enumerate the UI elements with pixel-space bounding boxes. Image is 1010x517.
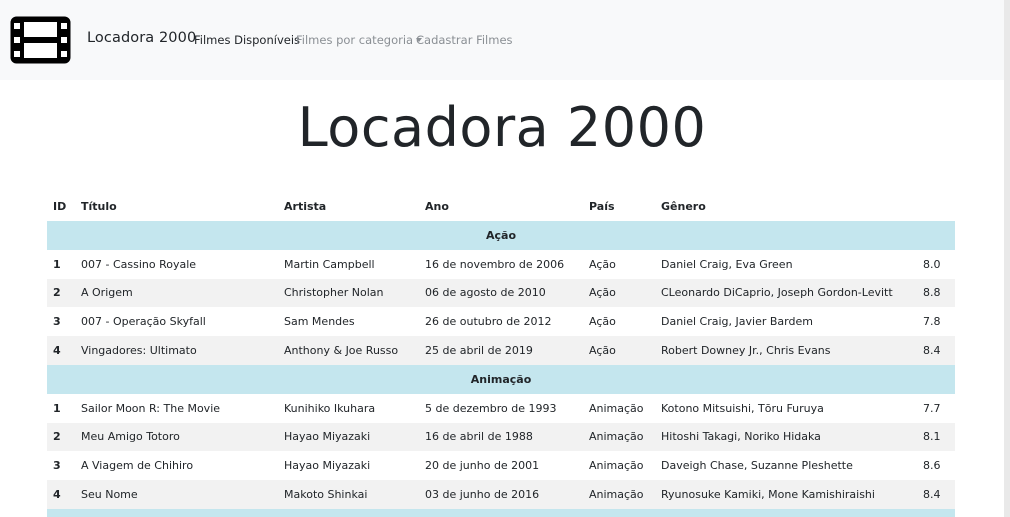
header-nota [917,192,955,221]
cell-artista: Anthony & Joe Russo [278,336,419,365]
cell-genero: Ryunosuke Kamiki, Mone Kamishiraishi [655,480,917,509]
table-header-row: ID Título Artista Ano País Gênero [47,192,955,221]
cell-genero: CLeonardo DiCaprio, Joseph Gordon-Levitt [655,278,917,308]
cell-nota: 8.0 [923,257,941,271]
cell-genero: Robert Downey Jr., Chris Evans [655,336,917,365]
table-row: 1 Sailor Moon R: The Movie Kunihiko Ikuh… [47,394,955,423]
cell-id: 3 [53,459,61,473]
cell-pais: Ação [589,257,616,271]
cell-pais: Ação [583,336,655,365]
cell-ano: 03 de junho de 2016 [419,480,583,509]
cell-artista: Hayao Miyazaki [278,422,419,452]
cell-ano: 5 de dezembro de 1993 [425,401,557,415]
cell-ano: 06 de agosto de 2010 [419,278,583,308]
header-genero: Gênero [661,200,706,213]
cell-pais: Animação [589,459,644,473]
category-row-partial [47,508,955,517]
cell-pais: Ação [583,278,655,308]
cell-artista: Hayao Miyazaki [284,459,371,473]
cell-ano: 26 de outubro de 2012 [425,315,552,329]
cell-titulo: A Origem [75,278,278,308]
header-pais: País [589,200,615,213]
cell-nota: 8.6 [923,459,941,473]
table-row: 2 A Origem Christopher Nolan 06 de agost… [47,278,955,308]
cell-artista: Martin Campbell [284,257,375,271]
header-titulo: Título [81,200,117,213]
cell-pais: Ação [589,315,616,329]
cell-titulo: Vingadores: Ultimato [75,336,278,365]
nav-link-filmes-disponiveis[interactable]: Filmes Disponíveis [194,33,300,47]
cell-nota: 7.7 [923,401,941,415]
cell-ano: 16 de abril de 1988 [419,422,583,452]
nav-dropdown-filmes-por-categoria[interactable]: Filmes por categoria [296,33,423,47]
cell-artista: Christopher Nolan [278,278,419,308]
scrollbar-track[interactable] [1004,0,1010,517]
cell-id: 1 [53,401,61,415]
cell-genero: Daveigh Chase, Suzanne Pleshette [661,459,853,473]
cell-titulo: Seu Nome [75,480,278,509]
category-label: Ação [47,221,955,250]
cell-titulo: 007 - Operação Skyfall [81,315,206,329]
cell-genero: Daniel Craig, Javier Bardem [661,315,813,329]
cell-nota: 8.8 [917,278,955,308]
category-label: Animação [47,364,955,394]
header-id: ID [53,200,67,213]
table-row: 1 007 - Cassino Royale Martin Campbell 1… [47,250,955,279]
cell-id: 2 [47,422,75,452]
cell-id: 3 [53,315,61,329]
navbar: Locadora 2000 Filmes Disponíveis Filmes … [0,0,1004,80]
cell-artista: Kunihiko Ikuhara [284,401,376,415]
cell-pais: Animação [589,401,644,415]
cell-titulo: A Viagem de Chihiro [81,459,194,473]
cell-genero: Daniel Craig, Eva Green [661,257,793,271]
cell-genero: Hitoshi Takagi, Noriko Hidaka [655,422,917,452]
cell-ano: 16 de novembro de 2006 [425,257,565,271]
category-row: Ação [47,221,955,250]
cell-ano: 20 de junho de 2001 [425,459,540,473]
cell-titulo: Sailor Moon R: The Movie [81,401,221,415]
cell-ano: 25 de abril de 2019 [419,336,583,365]
nav-dropdown-label: Filmes por categoria [296,33,414,47]
table-body: Ação 1 007 - Cassino Royale Martin Campb… [47,221,955,517]
cell-nota: 8.4 [917,480,955,509]
cell-pais: Animação [583,480,655,509]
cell-nota: 7.8 [923,315,941,329]
cell-genero: Kotono Mitsuishi, Tōru Furuya [661,401,824,415]
cell-id: 4 [47,336,75,365]
cell-id: 1 [53,257,61,271]
cell-id: 2 [47,278,75,308]
table-row: 3 A Viagem de Chihiro Hayao Miyazaki 20 … [47,451,955,480]
table-row: 2 Meu Amigo Totoro Hayao Miyazaki 16 de … [47,422,955,452]
cell-nota: 8.4 [917,336,955,365]
table-row: 4 Vingadores: Ultimato Anthony & Joe Rus… [47,336,955,365]
cell-nota: 8.1 [917,422,955,452]
table-row: 3 007 - Operação Skyfall Sam Mendes 26 d… [47,307,955,336]
cell-titulo: Meu Amigo Totoro [75,422,278,452]
navbar-brand[interactable]: Locadora 2000 [87,30,196,46]
category-row: Animação [47,364,955,394]
nav-link-cadastrar-filmes[interactable]: Cadastrar Filmes [416,33,513,47]
cell-id: 4 [47,480,75,509]
header-ano: Ano [425,200,449,213]
movies-table: ID Título Artista Ano País Gênero Ação 1… [47,192,955,517]
table-row: 4 Seu Nome Makoto Shinkai 03 de junho de… [47,480,955,509]
page-title: Locadora 2000 [297,96,707,159]
cell-titulo: 007 - Cassino Royale [81,257,197,271]
cell-artista: Makoto Shinkai [278,480,419,509]
cell-pais: Animação [583,422,655,452]
film-icon[interactable] [9,15,72,65]
header-artista: Artista [284,200,327,213]
cell-artista: Sam Mendes [284,315,355,329]
